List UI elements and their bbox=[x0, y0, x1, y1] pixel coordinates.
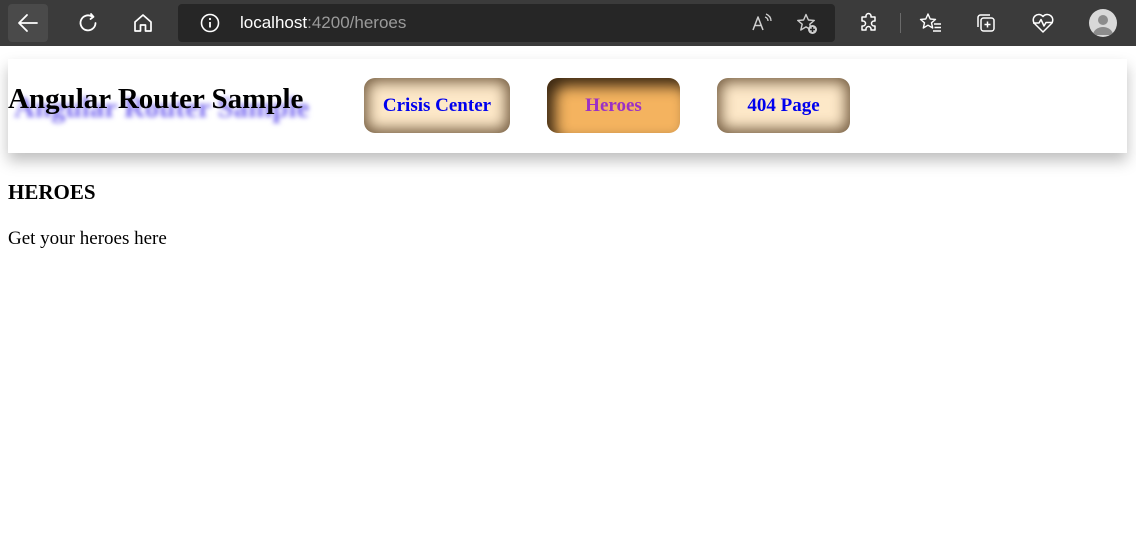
collections-button[interactable] bbox=[966, 4, 1006, 42]
url-text[interactable]: localhost:4200/heroes bbox=[240, 4, 406, 42]
collections-icon bbox=[977, 14, 995, 32]
nav-heroes[interactable]: Heroes bbox=[547, 78, 680, 133]
read-aloud-icon[interactable] bbox=[750, 12, 772, 34]
refresh-icon bbox=[79, 13, 97, 32]
performance-button[interactable] bbox=[1023, 4, 1063, 42]
back-button[interactable] bbox=[8, 4, 48, 42]
address-bar[interactable]: localhost:4200/heroes bbox=[178, 4, 835, 42]
nav-crisis-center[interactable]: Crisis Center bbox=[364, 78, 510, 133]
section-heading: HEROES bbox=[8, 180, 96, 204]
site-info-icon[interactable] bbox=[200, 13, 220, 33]
profile-icon bbox=[1093, 15, 1113, 35]
url-path: :4200/heroes bbox=[307, 13, 407, 32]
nav-404-page[interactable]: 404 Page bbox=[717, 78, 850, 133]
app-title: Angular Router Sample bbox=[8, 83, 304, 115]
back-icon bbox=[18, 14, 38, 32]
extensions-button[interactable] bbox=[849, 4, 889, 42]
app-header: Angular Router Sample Crisis Center Hero… bbox=[8, 59, 1127, 153]
profile-button[interactable] bbox=[1089, 9, 1117, 37]
favorites-button[interactable] bbox=[911, 4, 951, 42]
url-host: localhost bbox=[240, 13, 308, 32]
section-text: Get your heroes here bbox=[8, 228, 167, 249]
toolbar-separator bbox=[900, 13, 901, 33]
performance-icon bbox=[1032, 13, 1054, 33]
home-icon bbox=[134, 14, 152, 32]
refresh-button[interactable] bbox=[68, 4, 108, 42]
extensions-icon bbox=[861, 12, 876, 31]
home-button[interactable] bbox=[123, 4, 163, 42]
favorites-icon bbox=[919, 13, 941, 32]
browser-toolbar: localhost:4200/heroes bbox=[0, 0, 1136, 46]
add-favorite-icon[interactable] bbox=[795, 12, 819, 36]
